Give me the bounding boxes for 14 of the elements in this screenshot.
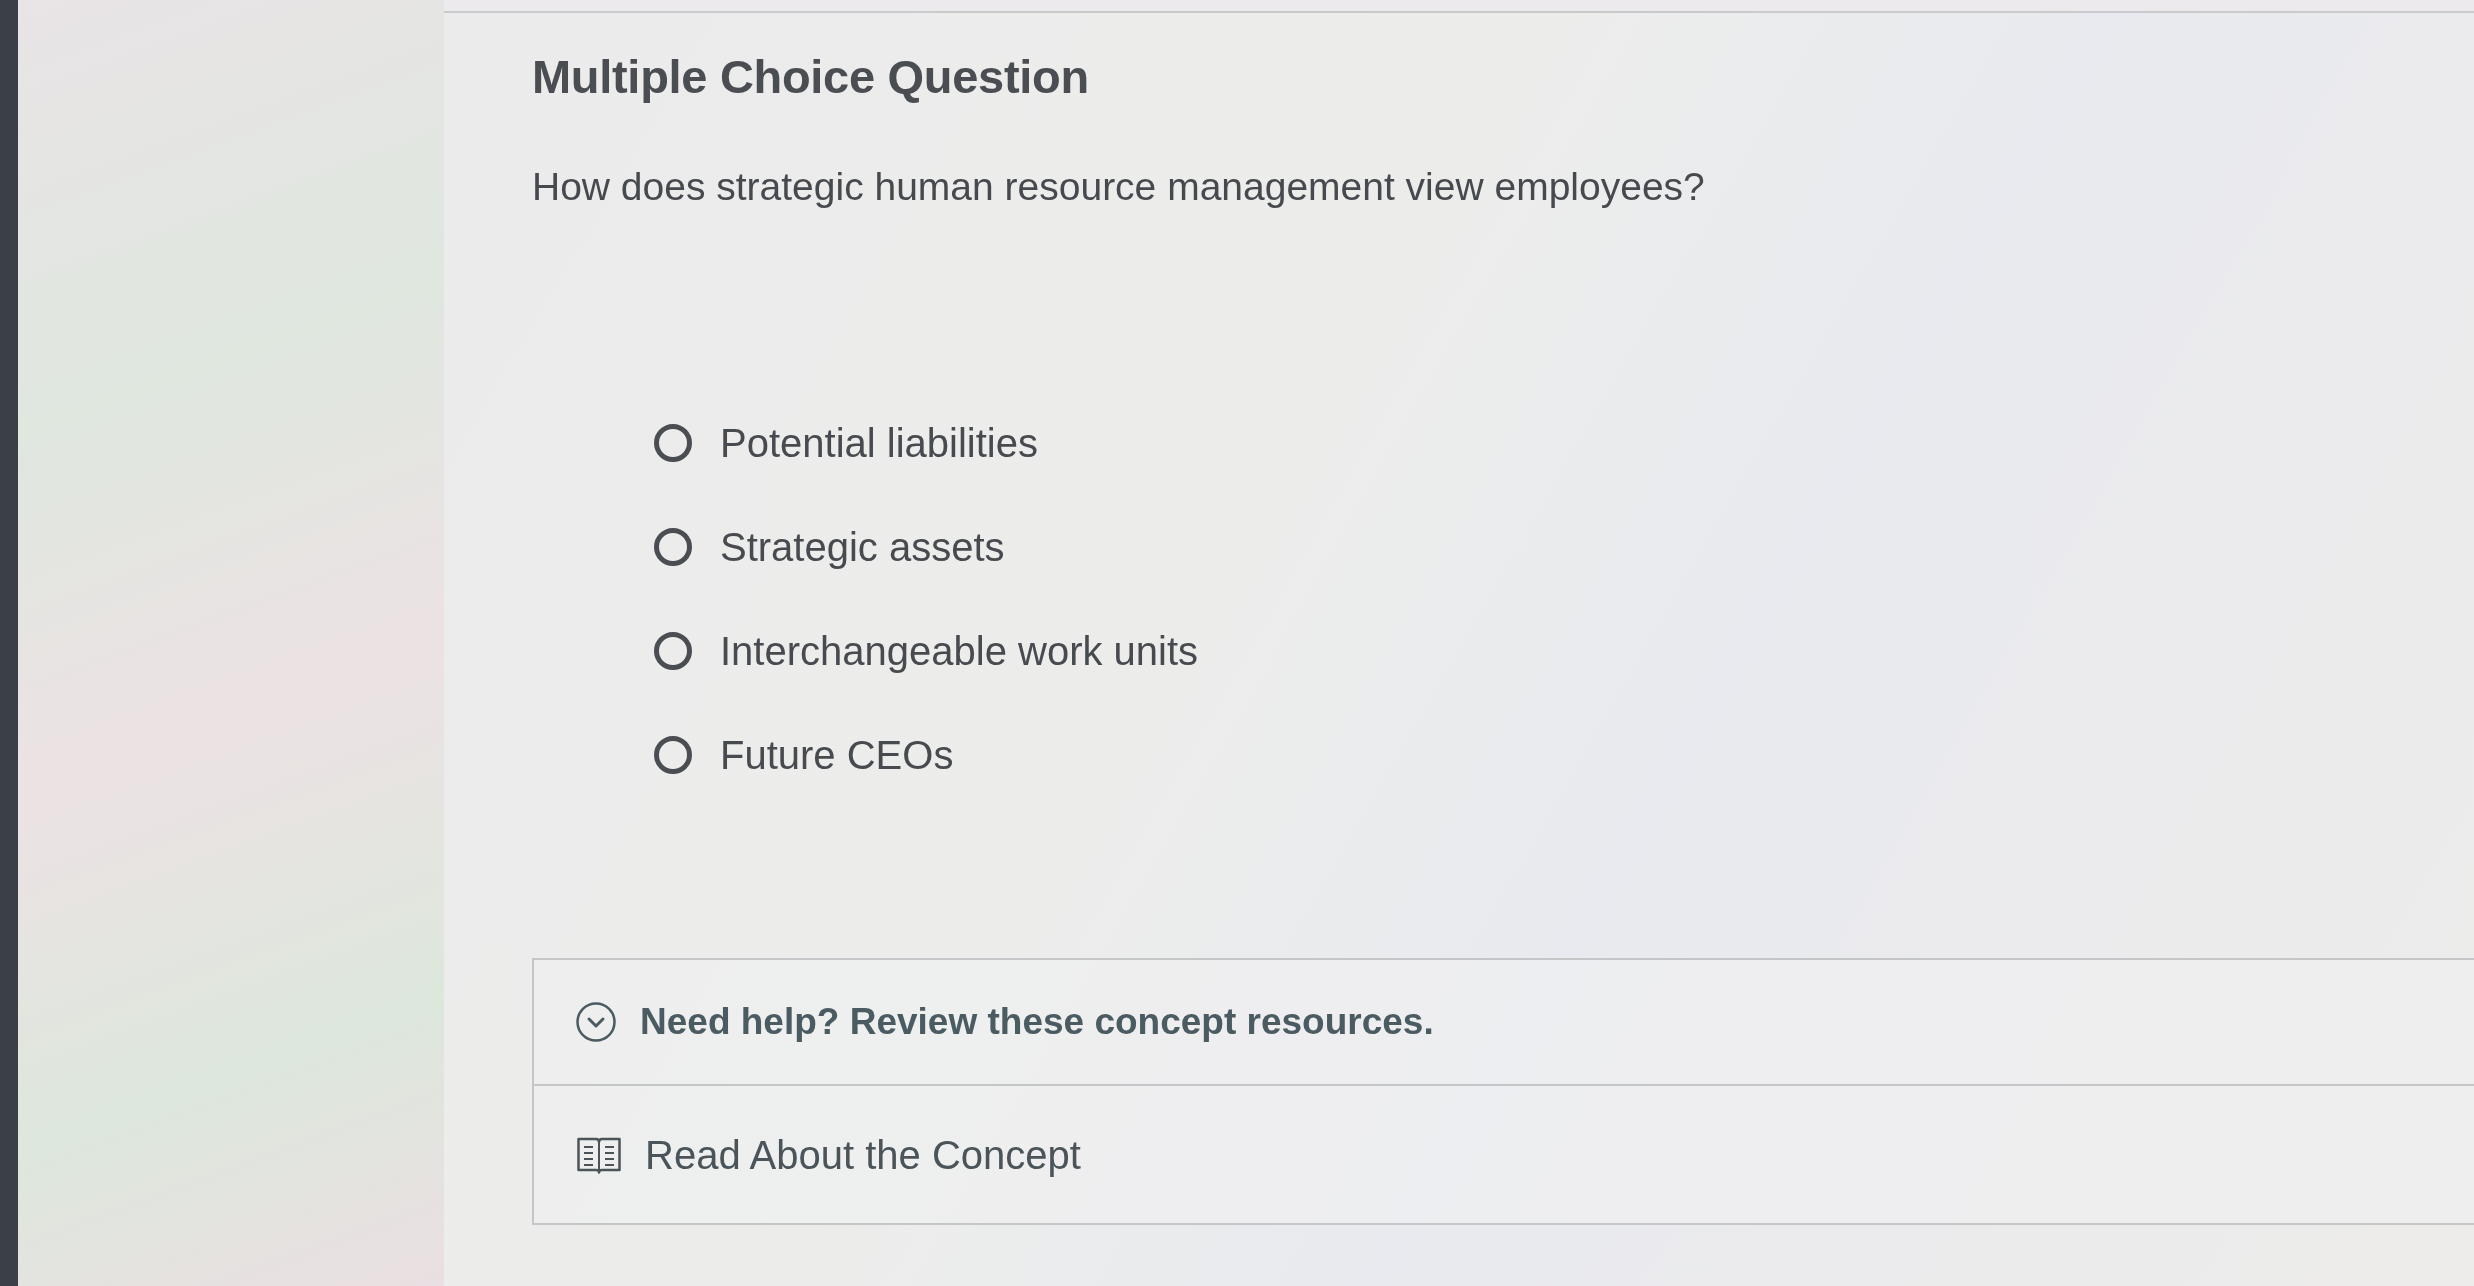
question-text: How does strategic human resource management view employees? — [532, 164, 1706, 210]
help-toggle[interactable]: Need help? Review these concept resources. — [534, 960, 2474, 1086]
radio-button[interactable] — [654, 424, 692, 462]
option-label[interactable]: Potential liabilities — [720, 419, 1038, 467]
read-concept-link[interactable]: Read About the Concept — [577, 1124, 1081, 1185]
option-label[interactable]: Strategic assets — [720, 523, 1005, 571]
option-label[interactable]: Future CEOs — [720, 731, 954, 779]
question-type-heading: Multiple Choice Question — [532, 49, 1090, 105]
radio-button[interactable] — [654, 528, 692, 566]
chevron-circle-icon — [576, 1002, 616, 1042]
option-label[interactable]: Interchangeable work units — [720, 627, 1199, 675]
radio-button[interactable] — [654, 736, 692, 774]
radio-button[interactable] — [654, 632, 692, 670]
book-icon — [577, 1135, 621, 1174]
